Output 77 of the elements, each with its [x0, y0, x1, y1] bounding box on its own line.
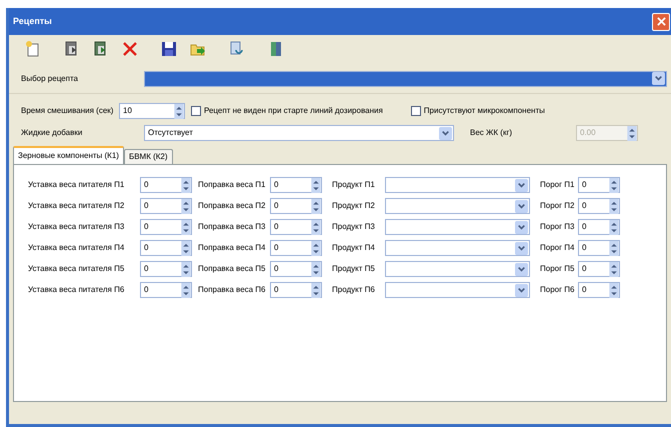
field-label: Уставка веса питателя П3 — [28, 221, 126, 233]
number-spinner[interactable]: 0 — [270, 219, 322, 235]
field-label: Продукт П2 — [332, 200, 376, 212]
field-label: Выбор рецепта — [21, 72, 79, 84]
tab[interactable]: Зерновые компоненты (К1) — [13, 146, 124, 164]
field-label: Поправка веса П6 — [198, 284, 267, 296]
number-spinner[interactable]: 0 — [578, 177, 620, 193]
spin-arrows-icon[interactable] — [609, 220, 619, 234]
checkbox-box[interactable] — [191, 106, 201, 116]
checkbox-box[interactable] — [410, 106, 421, 116]
field-label: Уставка веса питателя П1 — [28, 179, 126, 191]
number-spinner[interactable]: 0 — [140, 198, 192, 214]
number-spinner[interactable]: 0 — [578, 240, 620, 256]
spin-arrows-icon[interactable] — [609, 282, 619, 298]
checkbox[interactable]: Присутствуют микрокомпоненты — [410, 105, 545, 117]
field-label: Уставка веса питателя П5 — [28, 263, 126, 275]
field-label: Порог П6 — [540, 284, 576, 296]
spin-arrows-icon[interactable] — [609, 262, 619, 276]
number-spinner[interactable]: 0 — [578, 261, 620, 277]
number-spinner[interactable]: 0 — [578, 219, 620, 235]
number-spinner[interactable]: 10 — [119, 103, 185, 119]
field-label: Продукт П3 — [332, 221, 376, 233]
number-spinner[interactable]: 0 — [270, 177, 322, 193]
field-label: Продукт П1 — [332, 179, 376, 191]
spin-arrows-icon[interactable] — [609, 178, 619, 192]
liquid-dropdown[interactable]: Отсутствует — [144, 125, 454, 141]
spin-arrows-icon[interactable] — [609, 198, 619, 214]
close-icon[interactable] — [656, 17, 666, 26]
spin-arrows-icon[interactable] — [311, 282, 321, 298]
field-label: Уставка веса питателя П6 — [28, 284, 126, 296]
number-spinner[interactable]: 0 — [140, 261, 192, 277]
field-label: Порог П5 — [540, 263, 576, 275]
spin-arrows-icon[interactable] — [181, 240, 191, 256]
number-spinner[interactable]: 0 — [270, 261, 322, 277]
window-title: Рецепты — [13, 14, 52, 28]
recipe-dropdown[interactable] — [144, 70, 667, 86]
field-label: Поправка веса П2 — [198, 200, 267, 212]
number-spinner[interactable]: 0 — [578, 282, 620, 298]
field-label: Порог П1 — [540, 179, 576, 191]
number-spinner[interactable]: 0 — [140, 240, 192, 256]
spin-arrows-icon[interactable] — [311, 262, 321, 276]
field-label: Порог П3 — [540, 221, 576, 233]
field-label: Продукт П4 — [332, 242, 376, 254]
field-label: Уставка веса питателя П2 — [28, 200, 126, 212]
checkbox[interactable]: Рецепт не виден при старте линий дозирования — [191, 105, 383, 117]
field-label: Порог П2 — [540, 200, 576, 212]
spin-arrows-icon[interactable] — [311, 178, 321, 192]
spin-arrows-icon[interactable] — [181, 178, 191, 192]
spin-arrows-icon[interactable] — [181, 282, 191, 298]
field-label: Поправка веса П3 — [198, 221, 267, 233]
number-spinner[interactable]: 0 — [578, 198, 620, 214]
field-label: Поправка веса П5 — [198, 263, 267, 275]
spin-arrows-icon[interactable] — [311, 198, 321, 214]
number-spinner[interactable]: 0 — [270, 240, 322, 256]
field-label: Продукт П6 — [332, 284, 376, 296]
spin-arrows-icon[interactable] — [311, 240, 321, 256]
number-spinner[interactable]: 0 — [140, 177, 192, 193]
spin-arrows-icon[interactable] — [174, 104, 184, 118]
field-label: Жидкие добавки — [21, 127, 84, 139]
spin-arrows-icon[interactable] — [311, 220, 321, 234]
number-spinner[interactable]: 0 — [270, 198, 322, 214]
spin-arrows-icon[interactable] — [609, 240, 619, 256]
field-label: Время смешивания (сек) — [21, 105, 114, 117]
number-spinner[interactable]: 0 — [140, 282, 192, 298]
field-label: Порог П4 — [540, 242, 576, 254]
field-label: Уставка веса питателя П4 — [28, 242, 126, 254]
tab[interactable]: БВМК (К2) — [124, 149, 173, 164]
number-spinner[interactable]: 0 — [140, 219, 192, 235]
number-spinner[interactable]: 0 — [270, 282, 322, 298]
field-label: Вес ЖК (кг) — [470, 127, 514, 139]
spin-arrows-icon[interactable] — [181, 262, 191, 276]
close-button[interactable] — [652, 12, 670, 30]
field-label: Поправка веса П1 — [198, 179, 267, 191]
field-label: Поправка веса П4 — [198, 242, 267, 254]
field-label: Продукт П5 — [332, 263, 376, 275]
spin-arrows-icon[interactable] — [181, 198, 191, 214]
spin-arrows-icon[interactable] — [181, 220, 191, 234]
